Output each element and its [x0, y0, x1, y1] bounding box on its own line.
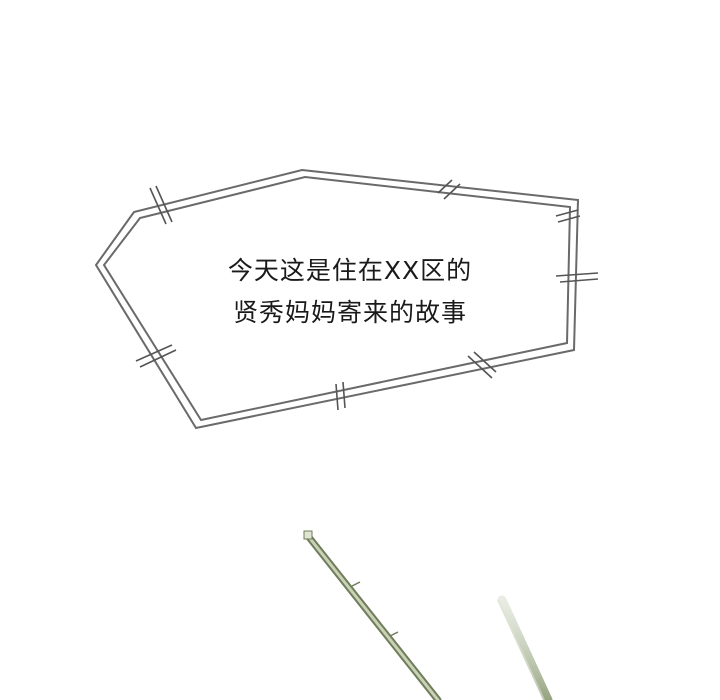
bamboo-sticks [303, 530, 553, 700]
comic-panel: 今天这是住在XX区的 贤秀妈妈寄来的故事 [0, 0, 720, 700]
pole-right [497, 595, 553, 700]
pole-left [303, 530, 442, 700]
